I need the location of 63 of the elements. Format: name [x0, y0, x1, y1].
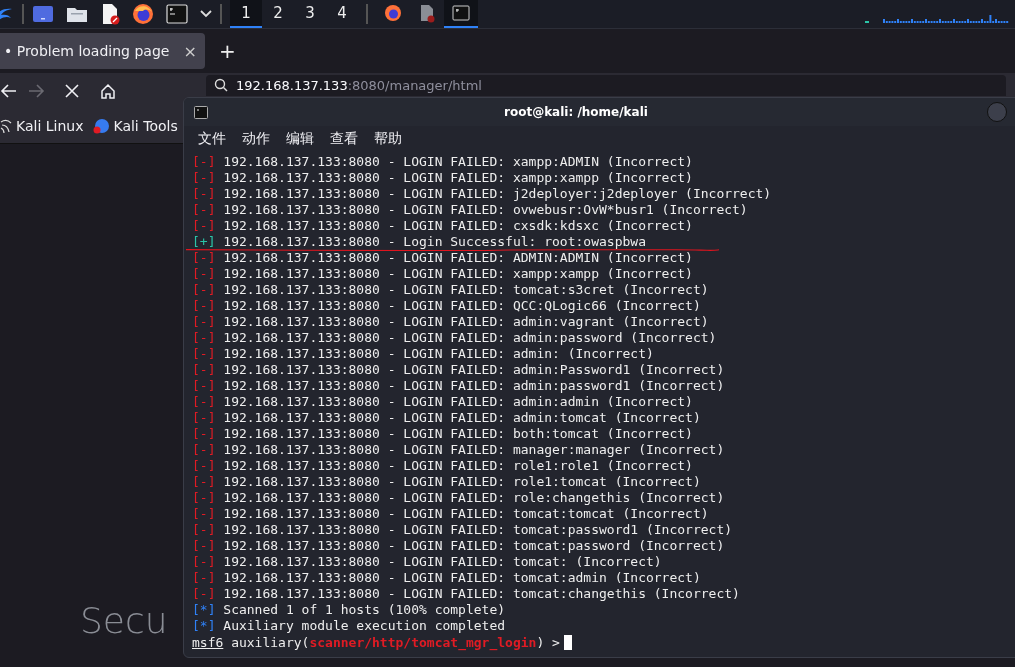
log-line: [-] 192.168.137.133:8080 - LOGIN FAILED: j2deployer:j2deployer (Incorrect) [192, 187, 772, 201]
log-line: [-] 192.168.137.133:8080 - LOGIN FAILED: tomcat: (Incorrect) [192, 555, 662, 569]
log-line: [-] 192.168.137.133:8080 - LOGIN FAILED: tomcat:s3cret (Incorrect) [192, 283, 709, 297]
home-icon [100, 83, 116, 99]
firefox-icon[interactable] [132, 3, 154, 25]
folder-icon[interactable] [66, 5, 88, 23]
menu-item[interactable]: 查看 [330, 130, 358, 148]
search-icon [214, 78, 228, 92]
document-icon[interactable] [100, 3, 120, 25]
log-line: [-] 192.168.137.133:8080 - LOGIN FAILED: admin:vagrant (Incorrect) [192, 315, 709, 329]
terminal-icon[interactable] [166, 4, 188, 24]
bookmark-link[interactable]: Kali Linux [0, 118, 84, 134]
log-line: [*] Scanned 1 of 1 hosts (100% complete) [192, 603, 506, 617]
log-line: [-] 192.168.137.133:8080 - LOGIN FAILED: role:changethis (Incorrect) [192, 491, 725, 505]
log-line: [-] 192.168.137.133:8080 - LOGIN FAILED: admin:admin (Incorrect) [192, 395, 693, 409]
window-title: root@kali: /home/kali [504, 105, 648, 119]
workspace-button[interactable]: 3 [294, 0, 326, 28]
bookmark-link[interactable]: Kali Tools [93, 118, 178, 134]
terminal-icon [194, 105, 208, 119]
command-prompt[interactable]: msf6 auxiliary(scanner/http/tomcat_mgr_login) > [192, 635, 572, 651]
log-line: [-] 192.168.137.133:8080 - LOGIN FAILED: tomcat:password1 (Incorrect) [192, 523, 733, 537]
log-line: [-] 192.168.137.133:8080 - LOGIN FAILED: role1:role1 (Incorrect) [192, 459, 693, 473]
workspace-button[interactable]: 4 [326, 0, 358, 28]
log-line: [-] 192.168.137.133:8080 - LOGIN FAILED: QCC:QLogic66 (Incorrect) [192, 299, 701, 313]
menu-item[interactable]: 帮助 [374, 130, 402, 148]
page-heading: Secu [80, 600, 168, 641]
log-line: [+] 192.168.137.133:8080 - Login Successful: root:owaspbwa [192, 235, 646, 249]
log-line: [-] 192.168.137.133:8080 - LOGIN FAILED: admin:tomcat (Incorrect) [192, 411, 701, 425]
workspace-button[interactable]: 2 [262, 0, 294, 28]
back-icon [0, 83, 18, 99]
url-field[interactable]: 192.168.137.133:8080/manager/html [206, 75, 1006, 96]
log-line: [-] 192.168.137.133:8080 - LOGIN FAILED: tomcat:changethis (Incorrect) [192, 587, 740, 601]
log-line: [-] 192.168.137.133:8080 - LOGIN FAILED: cxsdk:kdsxc (Incorrect) [192, 219, 693, 233]
log-line: [-] 192.168.137.133:8080 - LOGIN FAILED: xampp:xampp (Incorrect) [192, 267, 693, 281]
log-line: [-] 192.168.137.133:8080 - LOGIN FAILED: tomcat:admin (Incorrect) [192, 571, 701, 585]
log-line: [-] 192.168.137.133:8080 - LOGIN FAILED: role1:tomcat (Incorrect) [192, 475, 701, 489]
workspace-button[interactable]: 1 [230, 0, 262, 28]
menu-item[interactable]: 编辑 [286, 130, 314, 148]
taskbar-window[interactable] [444, 0, 478, 28]
chevron-icon[interactable] [200, 10, 212, 18]
log-line: [-] 192.168.137.133:8080 - LOGIN FAILED: tomcat:tomcat (Incorrect) [192, 507, 709, 521]
log-line: [-] 192.168.137.133:8080 - LOGIN FAILED: admin:password1 (Incorrect) [192, 379, 725, 393]
browser-tab[interactable]: • Problem loading page × [0, 33, 205, 69]
new-tab-button[interactable]: + [219, 39, 236, 63]
log-line: [-] 192.168.137.133:8080 - LOGIN FAILED: admin: (Incorrect) [192, 347, 654, 361]
log-line: [-] 192.168.137.133:8080 - LOGIN FAILED: ovwebusr:OvW*busr1 (Incorrect) [192, 203, 748, 217]
log-line: [-] 192.168.137.133:8080 - LOGIN FAILED: tomcat:password (Incorrect) [192, 539, 725, 553]
menu-item[interactable]: 文件 [198, 130, 226, 148]
log-line: [-] 192.168.137.133:8080 - LOGIN FAILED: xampp:xampp (Incorrect) [192, 171, 693, 185]
forward-icon [27, 83, 45, 99]
log-line: [-] 192.168.137.133:8080 - LOGIN FAILED: manager:manager (Incorrect) [192, 443, 725, 457]
log-line: [-] 192.168.137.133:8080 - LOGIN FAILED: admin:Password1 (Incorrect) [192, 363, 725, 377]
terminal-icon [450, 2, 472, 24]
log-line: [*] Auxiliary module execution completed [192, 619, 506, 633]
log-line: [-] 192.168.137.133:8080 - LOGIN FAILED: xampp:ADMIN (Incorrect) [192, 155, 693, 169]
firefox-icon [382, 2, 404, 24]
menu-item[interactable]: 动作 [242, 130, 270, 148]
log-line: [-] 192.168.137.133:8080 - LOGIN FAILED: both:tomcat (Incorrect) [192, 427, 693, 441]
stop-icon [65, 84, 79, 98]
log-line: [-] 192.168.137.133:8080 - LOGIN FAILED: ADMIN:ADMIN (Incorrect) [192, 251, 693, 265]
log-line: [-] 192.168.137.133:8080 - LOGIN FAILED: admin:password (Incorrect) [192, 331, 717, 345]
close-tab-button[interactable]: × [183, 41, 197, 61]
workspace-icon[interactable] [32, 5, 54, 23]
